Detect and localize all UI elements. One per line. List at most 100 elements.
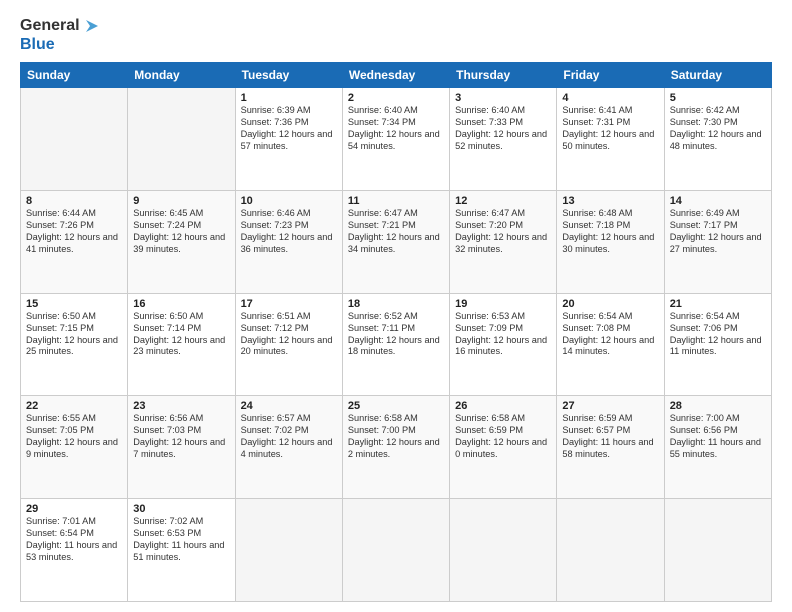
day-number: 3 [455, 92, 551, 104]
day-info: Sunrise: 7:01 AM Sunset: 6:54 PM Dayligh… [26, 516, 122, 564]
calendar-day-cell: 20 Sunrise: 6:54 AM Sunset: 7:08 PM Dayl… [557, 293, 664, 396]
calendar-day-cell: 1 Sunrise: 6:39 AM Sunset: 7:36 PM Dayli… [235, 88, 342, 191]
day-number: 10 [241, 195, 337, 207]
calendar-week-row: 15 Sunrise: 6:50 AM Sunset: 7:15 PM Dayl… [21, 293, 772, 396]
day-number: 30 [133, 503, 229, 515]
day-number: 29 [26, 503, 122, 515]
day-info: Sunrise: 6:58 AM Sunset: 7:00 PM Dayligh… [348, 413, 444, 461]
calendar-week-row: 29 Sunrise: 7:01 AM Sunset: 6:54 PM Dayl… [21, 499, 772, 602]
calendar-week-row: 22 Sunrise: 6:55 AM Sunset: 7:05 PM Dayl… [21, 396, 772, 499]
calendar-day-cell: 29 Sunrise: 7:01 AM Sunset: 6:54 PM Dayl… [21, 499, 128, 602]
calendar-day-cell: 28 Sunrise: 7:00 AM Sunset: 6:56 PM Dayl… [664, 396, 771, 499]
calendar-day-header: Saturday [664, 63, 771, 88]
day-info: Sunrise: 6:59 AM Sunset: 6:57 PM Dayligh… [562, 413, 658, 461]
calendar-day-cell: 10 Sunrise: 6:46 AM Sunset: 7:23 PM Dayl… [235, 190, 342, 293]
calendar-day-cell: 30 Sunrise: 7:02 AM Sunset: 6:53 PM Dayl… [128, 499, 235, 602]
day-info: Sunrise: 6:48 AM Sunset: 7:18 PM Dayligh… [562, 208, 658, 256]
calendar-day-cell: 17 Sunrise: 6:51 AM Sunset: 7:12 PM Dayl… [235, 293, 342, 396]
day-info: Sunrise: 6:54 AM Sunset: 7:06 PM Dayligh… [670, 311, 766, 359]
day-number: 19 [455, 298, 551, 310]
calendar-empty-cell [557, 499, 664, 602]
calendar-day-header: Thursday [450, 63, 557, 88]
calendar-week-row: 8 Sunrise: 6:44 AM Sunset: 7:26 PM Dayli… [21, 190, 772, 293]
logo: General Blue [20, 16, 102, 54]
day-info: Sunrise: 7:00 AM Sunset: 6:56 PM Dayligh… [670, 413, 766, 461]
day-number: 16 [133, 298, 229, 310]
header: General Blue [20, 16, 772, 54]
page: General Blue SundayMondayTuesdayWednesda… [0, 0, 792, 612]
calendar-day-cell: 8 Sunrise: 6:44 AM Sunset: 7:26 PM Dayli… [21, 190, 128, 293]
day-info: Sunrise: 6:53 AM Sunset: 7:09 PM Dayligh… [455, 311, 551, 359]
calendar-day-header: Tuesday [235, 63, 342, 88]
calendar-week-row: 1 Sunrise: 6:39 AM Sunset: 7:36 PM Dayli… [21, 88, 772, 191]
day-info: Sunrise: 6:41 AM Sunset: 7:31 PM Dayligh… [562, 105, 658, 153]
calendar-day-cell: 15 Sunrise: 6:50 AM Sunset: 7:15 PM Dayl… [21, 293, 128, 396]
day-number: 17 [241, 298, 337, 310]
calendar-day-cell: 27 Sunrise: 6:59 AM Sunset: 6:57 PM Dayl… [557, 396, 664, 499]
day-number: 5 [670, 92, 766, 104]
day-info: Sunrise: 6:39 AM Sunset: 7:36 PM Dayligh… [241, 105, 337, 153]
calendar-day-header: Monday [128, 63, 235, 88]
day-number: 8 [26, 195, 122, 207]
day-info: Sunrise: 6:40 AM Sunset: 7:34 PM Dayligh… [348, 105, 444, 153]
logo-container: General Blue [20, 16, 102, 54]
day-number: 11 [348, 195, 444, 207]
calendar-day-cell: 18 Sunrise: 6:52 AM Sunset: 7:11 PM Dayl… [342, 293, 449, 396]
day-number: 26 [455, 400, 551, 412]
calendar-day-cell: 12 Sunrise: 6:47 AM Sunset: 7:20 PM Dayl… [450, 190, 557, 293]
day-info: Sunrise: 6:50 AM Sunset: 7:14 PM Dayligh… [133, 311, 229, 359]
calendar-empty-cell [128, 88, 235, 191]
day-number: 2 [348, 92, 444, 104]
calendar-day-cell: 3 Sunrise: 6:40 AM Sunset: 7:33 PM Dayli… [450, 88, 557, 191]
calendar-day-cell: 2 Sunrise: 6:40 AM Sunset: 7:34 PM Dayli… [342, 88, 449, 191]
day-info: Sunrise: 6:47 AM Sunset: 7:20 PM Dayligh… [455, 208, 551, 256]
day-number: 27 [562, 400, 658, 412]
calendar-day-cell: 5 Sunrise: 6:42 AM Sunset: 7:30 PM Dayli… [664, 88, 771, 191]
calendar-day-cell: 25 Sunrise: 6:58 AM Sunset: 7:00 PM Dayl… [342, 396, 449, 499]
calendar-day-header: Sunday [21, 63, 128, 88]
calendar-day-cell: 26 Sunrise: 6:58 AM Sunset: 6:59 PM Dayl… [450, 396, 557, 499]
calendar-day-cell: 23 Sunrise: 6:56 AM Sunset: 7:03 PM Dayl… [128, 396, 235, 499]
day-number: 13 [562, 195, 658, 207]
calendar-day-cell: 11 Sunrise: 6:47 AM Sunset: 7:21 PM Dayl… [342, 190, 449, 293]
day-info: Sunrise: 6:51 AM Sunset: 7:12 PM Dayligh… [241, 311, 337, 359]
day-info: Sunrise: 6:55 AM Sunset: 7:05 PM Dayligh… [26, 413, 122, 461]
day-info: Sunrise: 6:42 AM Sunset: 7:30 PM Dayligh… [670, 105, 766, 153]
calendar-day-cell: 21 Sunrise: 6:54 AM Sunset: 7:06 PM Dayl… [664, 293, 771, 396]
calendar-header-row: SundayMondayTuesdayWednesdayThursdayFrid… [21, 63, 772, 88]
calendar-day-cell: 19 Sunrise: 6:53 AM Sunset: 7:09 PM Dayl… [450, 293, 557, 396]
day-number: 20 [562, 298, 658, 310]
calendar-day-cell: 9 Sunrise: 6:45 AM Sunset: 7:24 PM Dayli… [128, 190, 235, 293]
day-info: Sunrise: 6:54 AM Sunset: 7:08 PM Dayligh… [562, 311, 658, 359]
day-number: 4 [562, 92, 658, 104]
day-number: 21 [670, 298, 766, 310]
calendar-day-header: Wednesday [342, 63, 449, 88]
day-info: Sunrise: 6:50 AM Sunset: 7:15 PM Dayligh… [26, 311, 122, 359]
calendar-day-cell: 24 Sunrise: 6:57 AM Sunset: 7:02 PM Dayl… [235, 396, 342, 499]
calendar-day-header: Friday [557, 63, 664, 88]
calendar-day-cell: 22 Sunrise: 6:55 AM Sunset: 7:05 PM Dayl… [21, 396, 128, 499]
calendar-empty-cell [664, 499, 771, 602]
day-info: Sunrise: 6:45 AM Sunset: 7:24 PM Dayligh… [133, 208, 229, 256]
day-number: 15 [26, 298, 122, 310]
day-number: 22 [26, 400, 122, 412]
calendar-day-cell: 16 Sunrise: 6:50 AM Sunset: 7:14 PM Dayl… [128, 293, 235, 396]
day-info: Sunrise: 6:57 AM Sunset: 7:02 PM Dayligh… [241, 413, 337, 461]
day-info: Sunrise: 6:52 AM Sunset: 7:11 PM Dayligh… [348, 311, 444, 359]
day-number: 1 [241, 92, 337, 104]
day-info: Sunrise: 7:02 AM Sunset: 6:53 PM Dayligh… [133, 516, 229, 564]
logo-chevron-icon [82, 16, 102, 36]
day-number: 28 [670, 400, 766, 412]
day-number: 18 [348, 298, 444, 310]
day-info: Sunrise: 6:47 AM Sunset: 7:21 PM Dayligh… [348, 208, 444, 256]
calendar-empty-cell [21, 88, 128, 191]
day-info: Sunrise: 6:44 AM Sunset: 7:26 PM Dayligh… [26, 208, 122, 256]
day-number: 9 [133, 195, 229, 207]
day-number: 25 [348, 400, 444, 412]
calendar-day-cell: 13 Sunrise: 6:48 AM Sunset: 7:18 PM Dayl… [557, 190, 664, 293]
day-info: Sunrise: 6:58 AM Sunset: 6:59 PM Dayligh… [455, 413, 551, 461]
day-number: 23 [133, 400, 229, 412]
calendar-day-cell: 14 Sunrise: 6:49 AM Sunset: 7:17 PM Dayl… [664, 190, 771, 293]
calendar-empty-cell [342, 499, 449, 602]
day-number: 14 [670, 195, 766, 207]
